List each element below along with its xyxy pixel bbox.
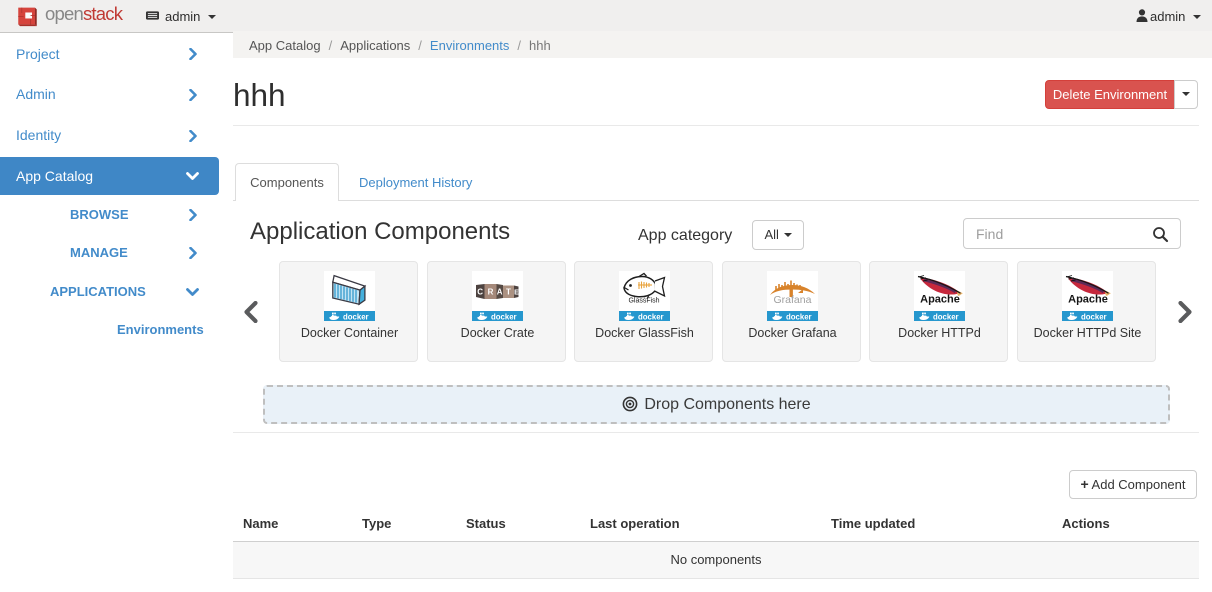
svg-text:Apache: Apache (920, 294, 960, 306)
svg-text:E: E (514, 289, 519, 296)
svg-text:docker: docker (638, 312, 664, 321)
svg-text:R: R (488, 288, 494, 297)
svg-text:docker: docker (786, 312, 812, 321)
svg-text:Apache: Apache (1068, 294, 1108, 306)
svg-text:docker: docker (491, 312, 517, 321)
svg-text:GlassFish: GlassFish (628, 298, 659, 305)
svg-text:docker: docker (933, 312, 959, 321)
svg-text:T: T (506, 288, 511, 297)
svg-text:docker: docker (1081, 312, 1107, 321)
svg-text:C: C (477, 288, 483, 297)
svg-text:docker: docker (343, 312, 369, 321)
svg-text:Grafana: Grafana (774, 294, 812, 306)
svg-text:A: A (497, 287, 503, 296)
